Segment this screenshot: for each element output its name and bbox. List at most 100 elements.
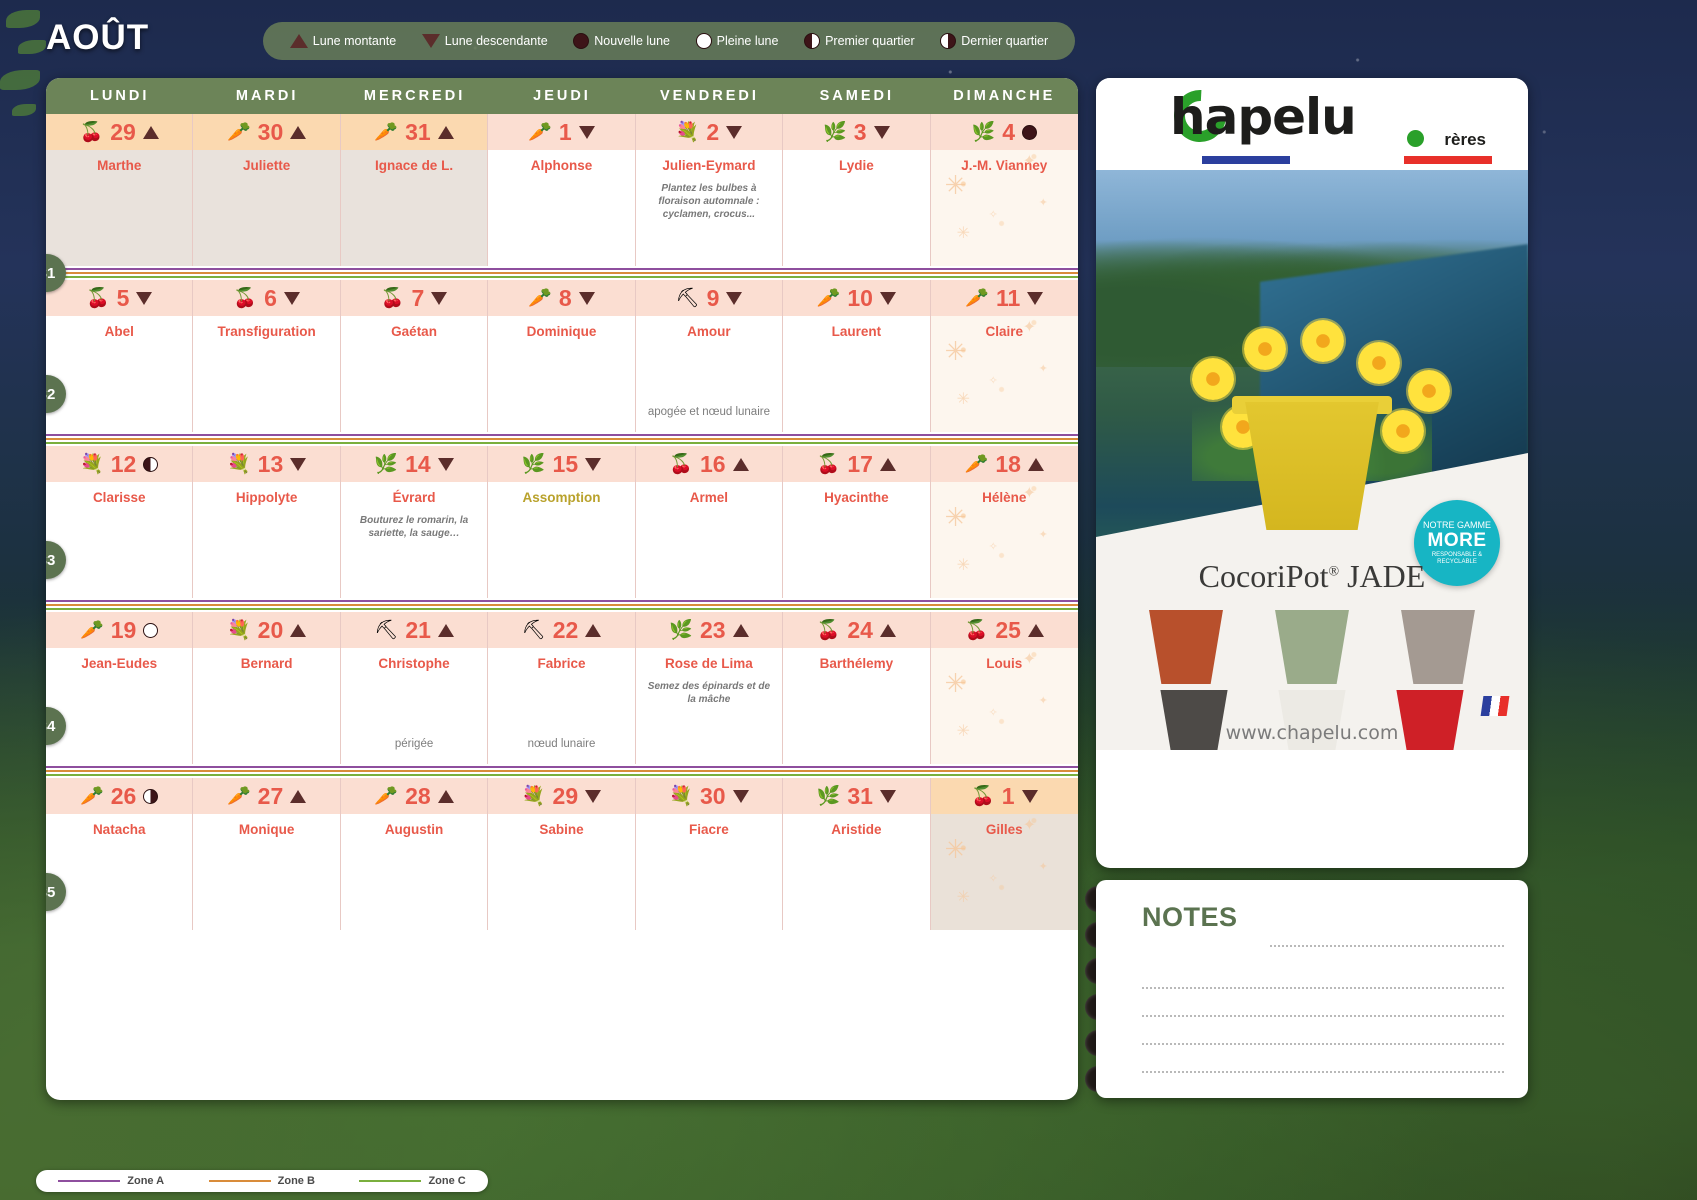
notes-panel[interactable]: NOTES (1096, 880, 1528, 1098)
calendar-day-cell[interactable]: 🍒 5 Abel (46, 280, 194, 432)
saint-name: Bernard (240, 656, 293, 671)
calendar-day-cell[interactable]: 🍒 7 Gaétan (340, 280, 489, 432)
full-moon-icon (695, 33, 712, 49)
calendar-day-cell[interactable]: ✳ ✦ ✧ ✳ ✦ 🍒 1 Gilles (930, 778, 1078, 930)
calendar-day-cell[interactable]: 🥕 27 Monique (193, 778, 341, 930)
calendar-day-cell[interactable]: 🥕 28 Augustin (340, 778, 489, 930)
carrot-root-icon: 🥕 (816, 287, 841, 309)
calendar-day-cell[interactable]: 💐 29 Sabine (488, 778, 636, 930)
triangle-down-icon (585, 457, 602, 471)
zone-b-line (46, 604, 1078, 606)
calendar-day-cell[interactable]: 🍒 6 Transfiguration (193, 280, 341, 432)
calendar-day-cell[interactable]: ✳ ✦ ✧ ✳ ✦ 🥕 11 Claire (930, 280, 1078, 432)
day-header: 🍒 1 (930, 778, 1078, 814)
legend-item-dernier-quartier: Dernier quartier (940, 33, 1048, 49)
carrot-root-icon: 🥕 (528, 287, 552, 309)
leaf-icon: 🌿 (971, 121, 996, 143)
day-number: 28 (405, 782, 431, 809)
day-header: 🥕 8 (488, 280, 635, 316)
french-flag-icon (1480, 696, 1510, 716)
calendar-day-cell[interactable]: 🥕 26 Natacha (46, 778, 194, 930)
advertisement-panel[interactable]: hapelu rères NOTRE GAMME MORE RESPONSABL… (1096, 78, 1528, 868)
calendar-week-row: 31🍒29Marthe🥕30Juliette🥕31Ignace de L.🥕1A… (46, 114, 1078, 292)
triangle-up-icon (1027, 623, 1044, 637)
note-line[interactable] (1142, 989, 1504, 1017)
calendar-day-cell[interactable]: 💐 30 Fiacre (635, 778, 784, 930)
calendar-day-cell[interactable]: 💐 2 Julien-Eymard Plantez les bulbes à flor… (635, 114, 784, 266)
cherry-fruit-icon: 🍒 (964, 619, 989, 641)
carrot-root-icon: 🥕 (80, 619, 104, 641)
day-number: 25 (995, 616, 1021, 643)
note-line[interactable] (1142, 1017, 1504, 1045)
calendar-day-cell[interactable]: 🍒 29 Marthe (46, 114, 194, 266)
day-header: 🌿 14 (340, 446, 488, 482)
calendar-day-cell[interactable]: 🥕 31 Ignace de L. (340, 114, 489, 266)
day-number: 30 (257, 118, 284, 145)
cherry-fruit-icon: 🍒 (85, 287, 110, 309)
day-number: 1 (1001, 782, 1015, 809)
day-header: ⛏ 9 (635, 280, 783, 316)
saint-name: Augustin (384, 822, 444, 837)
calendar-day-cell[interactable]: ⛏ 9 Amour apogée et nœud lunaire (635, 280, 784, 432)
calendar-day-cell[interactable]: ✳ ✦ ✧ ✳ ✦ 🌿 4 J.-M. Vianney (930, 114, 1078, 266)
day-header: 🥕 18 (930, 446, 1078, 482)
day-header: 🥕 1 (488, 114, 635, 150)
calendar-day-cell[interactable]: 💐 12 Clarisse (46, 446, 194, 598)
calendar-day-cell[interactable]: 🌿 31 Aristide (783, 778, 931, 930)
day-header: ⛏ 22 (488, 612, 635, 648)
calendar-day-cell[interactable]: 🌿 14 Évrard Bouturez le romarin, la sariett… (340, 446, 489, 598)
calendar-day-cell[interactable]: 🍒 17 Hyacinthe (783, 446, 931, 598)
triangle-up-icon (1027, 457, 1044, 471)
day-number: 6 (264, 284, 277, 311)
triangle-down-icon (879, 789, 896, 803)
product-name-suffix: JADE (1339, 558, 1426, 594)
zone-label: Zone B (277, 1175, 315, 1187)
calendar-day-cell[interactable]: 🥕 30 Juliette (193, 114, 341, 266)
calendar-day-cell[interactable]: ⛏ 21 Christophe périgée (340, 612, 489, 764)
calendar-day-cell[interactable]: ⛏ 22 Fabrice nœud lunaire (488, 612, 636, 764)
saint-name: Ignace de L. (375, 158, 454, 173)
calendar-day-cell[interactable]: 🍒 24 Barthélemy (783, 612, 931, 764)
legend-label: Lune montante (312, 34, 397, 48)
leaf-icon: 🌿 (823, 121, 847, 143)
saint-name: Hyacinthe (824, 490, 889, 505)
calendar-day-cell[interactable]: ✳ ✦ ✧ ✳ ✦ 🍒 25 Louis (930, 612, 1078, 764)
note-line[interactable] (1270, 919, 1504, 947)
day-header: 🌿 31 (783, 778, 930, 814)
saint-name: Lydie (838, 158, 874, 173)
day-header: 🍒 6 (193, 280, 340, 316)
calendar-day-cell[interactable]: 🌿 15 Assomption (488, 446, 636, 598)
zone-b-line (46, 438, 1078, 440)
day-number: 31 (405, 118, 431, 145)
note-line[interactable] (1142, 961, 1504, 989)
calendar-day-cell[interactable]: ✳ ✦ ✧ ✳ ✦ 🥕 18 Hélène (930, 446, 1078, 598)
note-line[interactable] (1142, 1045, 1504, 1073)
calendar-day-cell[interactable]: 🌿 23 Rose de Lima Semez des épinards et de … (635, 612, 784, 764)
legend-label: Lune descendante (444, 34, 548, 48)
calendar-day-cell[interactable]: 🥕 8 Dominique (488, 280, 636, 432)
calendar-day-cell[interactable]: 🌿 3 Lydie (783, 114, 931, 266)
product-name: CocoriPot® JADE (1096, 558, 1528, 595)
calendar-day-cell[interactable]: 🥕 19 Jean-Eudes (46, 612, 194, 764)
full-moon-icon (143, 622, 159, 638)
zone-c-line (46, 774, 1078, 776)
calendar-day-cell[interactable]: 🥕 10 Laurent (783, 280, 931, 432)
triangle-up-icon (732, 623, 749, 637)
day-number: 31 (847, 782, 873, 809)
saint-name: Barthélemy (819, 656, 894, 671)
saint-name: Fiacre (689, 822, 729, 837)
no-gardening-icon: ⛏ (374, 619, 399, 641)
daffodil-icon (1408, 370, 1450, 412)
calendar-day-cell[interactable]: 🍒 16 Armel (635, 446, 784, 598)
day-number: 20 (257, 616, 284, 643)
saint-name: Louis (986, 656, 1023, 671)
day-header: 🍒 17 (783, 446, 930, 482)
triangle-down-icon (431, 291, 448, 305)
day-of-week-dimanche: DIMANCHE (953, 88, 1056, 104)
calendar-day-cell[interactable]: 💐 20 Bernard (193, 612, 341, 764)
saint-name: Transfiguration (217, 324, 316, 339)
calendar-day-cell[interactable]: 💐 13 Hippolyte (193, 446, 341, 598)
zone-label: Zone C (428, 1175, 466, 1187)
calendar-day-cell[interactable]: 🥕 1 Alphonse (488, 114, 636, 266)
day-header: 💐 13 (193, 446, 340, 482)
